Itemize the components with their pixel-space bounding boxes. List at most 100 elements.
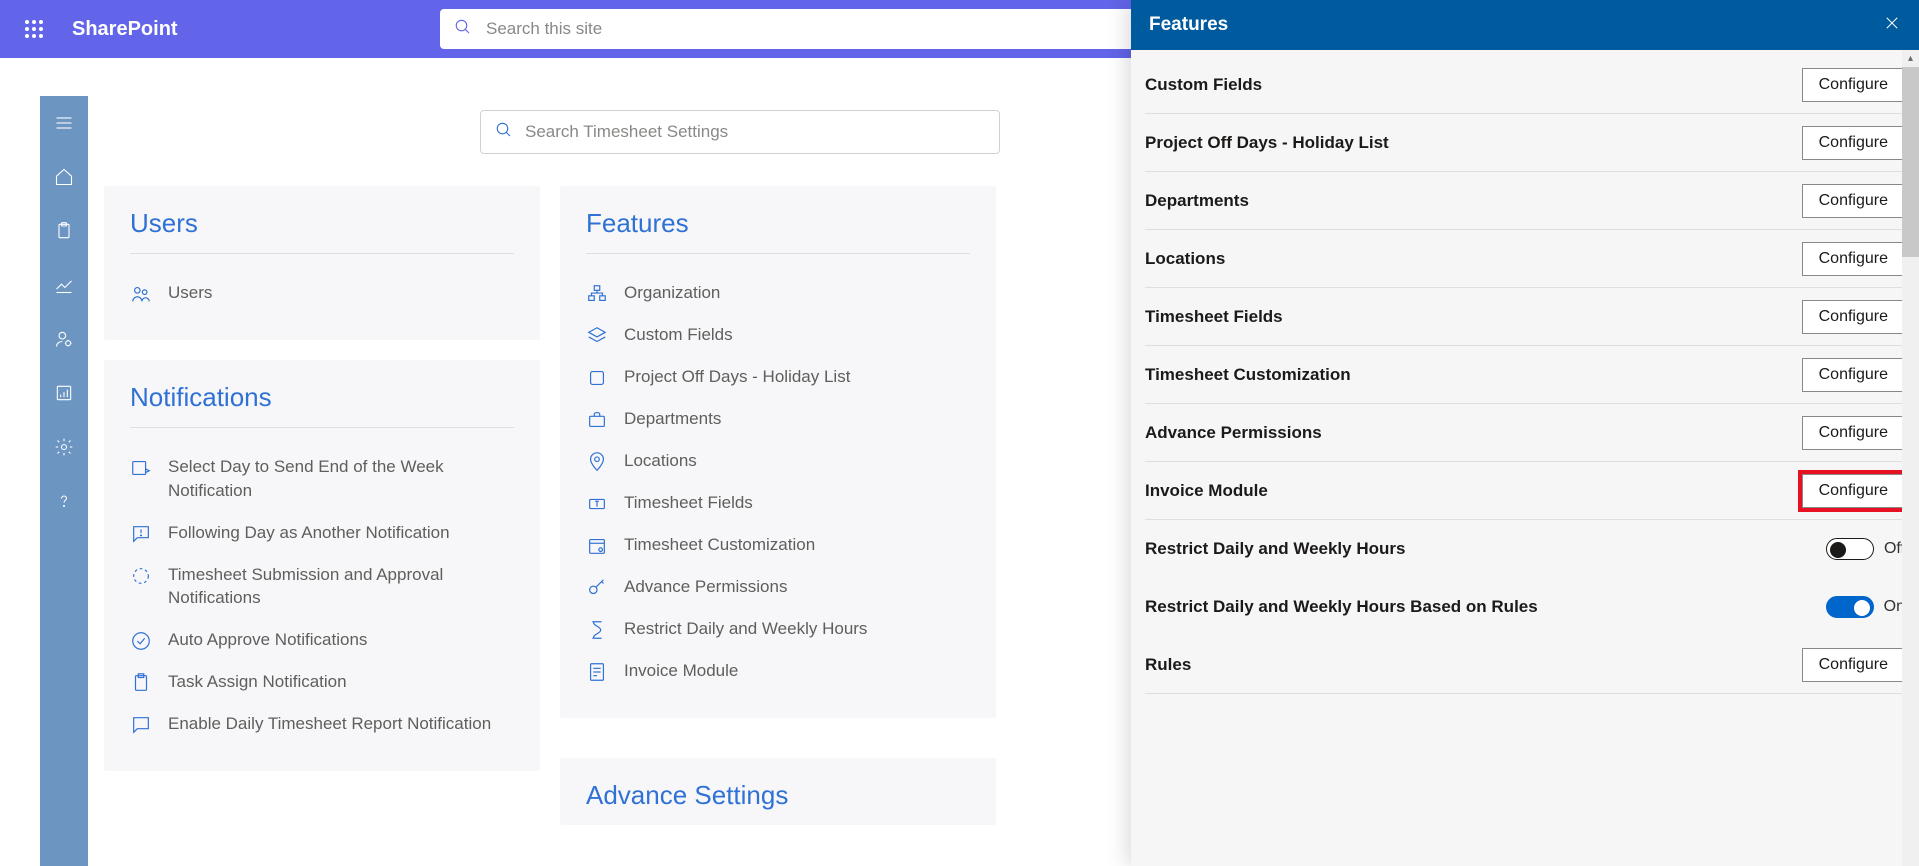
item-label: Invoice Module bbox=[624, 659, 738, 683]
features-card-title: Features bbox=[586, 208, 970, 254]
settings-search[interactable] bbox=[480, 110, 1000, 154]
toggle-switch[interactable] bbox=[1826, 596, 1874, 618]
feature-row: Timesheet Fields Configure bbox=[1145, 288, 1905, 346]
check-badge-icon bbox=[130, 630, 152, 652]
item-label: Task Assign Notification bbox=[168, 670, 347, 694]
notif-item-submission-approval[interactable]: Timesheet Submission and Approval Notifi… bbox=[130, 554, 514, 620]
search-icon bbox=[495, 121, 513, 144]
search-icon bbox=[454, 18, 472, 41]
item-label: Timesheet Customization bbox=[624, 533, 815, 557]
item-label: Select Day to Send End of the Week Notif… bbox=[168, 455, 514, 503]
item-label: Restrict Daily and Weekly Hours bbox=[624, 617, 867, 641]
features-card: Features Organization Custom Fields Proj… bbox=[560, 186, 996, 718]
advance-settings-card: Advance Settings bbox=[560, 758, 996, 825]
page-scrollbar[interactable]: ▴ bbox=[1902, 50, 1919, 866]
features-panel-header: Features bbox=[1131, 0, 1919, 50]
feature-row: Invoice ModuleConfigure bbox=[1145, 462, 1905, 520]
features-panel-body[interactable]: Custom FieldsConfigureProject Off Days -… bbox=[1131, 50, 1919, 866]
calendar-gear-icon bbox=[586, 535, 608, 557]
toggle-switch[interactable] bbox=[1826, 538, 1874, 560]
people-icon bbox=[130, 283, 152, 305]
chat-icon bbox=[130, 714, 152, 736]
layers-icon bbox=[586, 325, 608, 347]
feat-advance-permissions[interactable]: Advance Permissions bbox=[586, 566, 970, 608]
users-item[interactable]: Users bbox=[130, 272, 514, 314]
features-panel-title: Features bbox=[1149, 14, 1228, 36]
nav-home-icon[interactable] bbox=[40, 150, 88, 204]
notif-item-daily-report[interactable]: Enable Daily Timesheet Report Notificati… bbox=[130, 703, 514, 745]
configure-button[interactable]: Configure bbox=[1802, 358, 1905, 392]
item-label: Enable Daily Timesheet Report Notificati… bbox=[168, 712, 491, 736]
site-search[interactable] bbox=[440, 9, 1140, 49]
app-launcher-icon[interactable] bbox=[10, 5, 58, 53]
close-icon[interactable] bbox=[1883, 14, 1901, 37]
nav-chart-icon[interactable] bbox=[40, 258, 88, 312]
nav-user-settings-icon[interactable] bbox=[40, 312, 88, 366]
feature-row: Timesheet Customization Configure bbox=[1145, 346, 1905, 404]
feature-row-label: Timesheet Customization bbox=[1145, 365, 1351, 385]
feat-timesheet-customization[interactable]: Timesheet Customization bbox=[586, 524, 970, 566]
configure-button[interactable]: Configure bbox=[1802, 68, 1905, 102]
feat-locations[interactable]: Locations bbox=[586, 440, 970, 482]
clipboard-icon bbox=[130, 672, 152, 694]
feature-row: Advance Permissions Configure bbox=[1145, 404, 1905, 462]
nav-report-icon[interactable] bbox=[40, 366, 88, 420]
nav-hamburger-icon[interactable] bbox=[40, 96, 88, 150]
feature-row: Restrict Daily and Weekly HoursOff bbox=[1145, 520, 1905, 578]
configure-button[interactable]: Configure bbox=[1802, 648, 1905, 682]
site-search-input[interactable] bbox=[486, 19, 1126, 39]
notif-item-end-of-week[interactable]: Select Day to Send End of the Week Notif… bbox=[130, 446, 514, 512]
key-icon bbox=[586, 577, 608, 599]
feat-departments[interactable]: Departments bbox=[586, 398, 970, 440]
configure-button[interactable]: Configure bbox=[1802, 474, 1905, 508]
feature-row: Custom Fields Configure bbox=[1145, 56, 1905, 114]
feat-timesheet-fields[interactable]: Timesheet Fields bbox=[586, 482, 970, 524]
refresh-icon bbox=[130, 565, 152, 587]
item-label: Custom Fields bbox=[624, 323, 733, 347]
settings-search-input[interactable] bbox=[525, 122, 985, 142]
nav-clipboard-icon[interactable] bbox=[40, 204, 88, 258]
configure-button[interactable]: Configure bbox=[1802, 242, 1905, 276]
item-label: Advance Permissions bbox=[624, 575, 787, 599]
feat-organization[interactable]: Organization bbox=[586, 272, 970, 314]
notifications-card: Notifications Select Day to Send End of … bbox=[104, 360, 540, 771]
feature-row-label: Restrict Daily and Weekly Hours Based on… bbox=[1145, 597, 1538, 617]
feat-holiday-list[interactable]: Project Off Days - Holiday List bbox=[586, 356, 970, 398]
feat-custom-fields[interactable]: Custom Fields bbox=[586, 314, 970, 356]
brand-label[interactable]: SharePoint bbox=[72, 18, 178, 41]
notif-item-auto-approve[interactable]: Auto Approve Notifications bbox=[130, 619, 514, 661]
org-icon bbox=[586, 283, 608, 305]
scroll-up-arrow-icon[interactable]: ▴ bbox=[1902, 50, 1919, 67]
item-label: Timesheet Fields bbox=[624, 491, 753, 515]
item-label: Timesheet Submission and Approval Notifi… bbox=[168, 563, 514, 611]
notif-item-following-day[interactable]: Following Day as Another Notification bbox=[130, 512, 514, 554]
feature-row-label: Rules bbox=[1145, 655, 1191, 675]
hourglass-icon bbox=[586, 619, 608, 641]
configure-button[interactable]: Configure bbox=[1802, 416, 1905, 450]
users-item-label: Users bbox=[168, 281, 212, 305]
briefcase-icon bbox=[586, 409, 608, 431]
calendar-send-icon bbox=[130, 457, 152, 479]
feature-row-label: Custom Fields bbox=[1145, 75, 1262, 95]
item-label: Following Day as Another Notification bbox=[168, 521, 450, 545]
location-icon bbox=[586, 451, 608, 473]
item-label: Organization bbox=[624, 281, 720, 305]
feature-row-label: Advance Permissions bbox=[1145, 423, 1322, 443]
item-label: Project Off Days - Holiday List bbox=[624, 365, 850, 389]
nav-gear-icon[interactable] bbox=[40, 420, 88, 474]
feature-row-label: Timesheet Fields bbox=[1145, 307, 1283, 327]
feature-row: LocationsConfigure bbox=[1145, 230, 1905, 288]
scroll-thumb[interactable] bbox=[1902, 67, 1919, 257]
configure-button[interactable]: Configure bbox=[1802, 126, 1905, 160]
feature-row: DepartmentsConfigure bbox=[1145, 172, 1905, 230]
notif-item-task-assign[interactable]: Task Assign Notification bbox=[130, 661, 514, 703]
configure-button[interactable]: Configure bbox=[1802, 184, 1905, 218]
feat-restrict-hours[interactable]: Restrict Daily and Weekly Hours bbox=[586, 608, 970, 650]
configure-button[interactable]: Configure bbox=[1802, 300, 1905, 334]
feat-invoice-module[interactable]: Invoice Module bbox=[586, 650, 970, 692]
item-label: Auto Approve Notifications bbox=[168, 628, 367, 652]
notifications-card-title: Notifications bbox=[130, 382, 514, 428]
feature-row-label: Restrict Daily and Weekly Hours bbox=[1145, 539, 1405, 559]
users-card-title: Users bbox=[130, 208, 514, 254]
nav-help-icon[interactable] bbox=[40, 474, 88, 528]
